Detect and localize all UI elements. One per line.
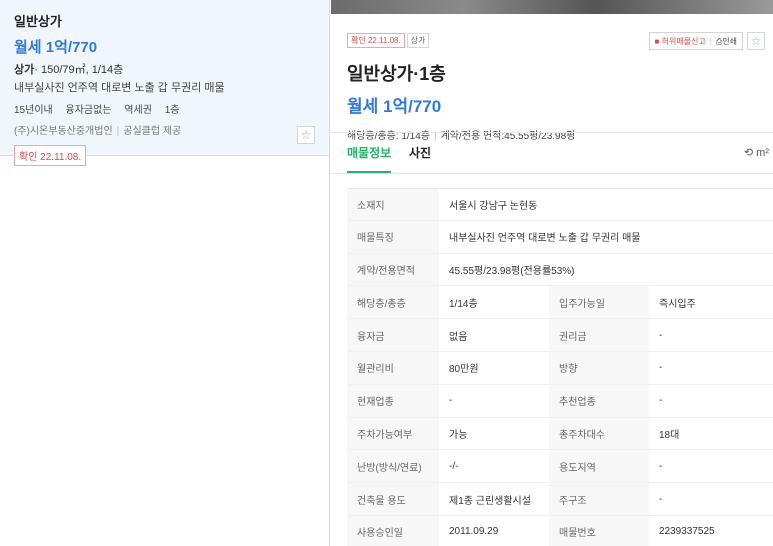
table-value: 80만원	[449, 364, 479, 376]
table-value: -	[659, 395, 663, 407]
table-row: 계약/전용면적 45.55평/23.98평(전용률53%)	[347, 253, 773, 287]
table-row: 난방(방식/연료) -/- 용도지역 -	[347, 450, 773, 484]
table-value: -	[449, 395, 453, 407]
table-value: -	[659, 493, 663, 505]
table-label: 매물번호	[549, 515, 649, 546]
confirm-tag: 확인 22.11.08.	[347, 33, 405, 48]
table-value: 1/14층	[449, 298, 478, 310]
listing-tag: 1층	[164, 105, 180, 116]
table-value: -	[659, 460, 663, 472]
property-photo[interactable]	[331, 0, 773, 14]
table-label: 소재지	[347, 189, 439, 220]
table-label: 계약/전용면적	[347, 253, 439, 286]
listing-type: 일반상가	[14, 14, 62, 29]
listing-tag: 15년이내	[14, 105, 53, 116]
feature-value: 내부실사진 언주역 대로변 노출 갑 무권리 매물	[449, 233, 641, 245]
table-label: 주차가능여부	[347, 417, 439, 450]
table-label: 월관리비	[347, 351, 439, 384]
table-row: 사용승인일 2011.09.29 매물번호 2239337525	[347, 515, 773, 546]
area-value: 45.55평/23.98평(전용률53%)	[449, 265, 575, 277]
table-value: 2239337525	[659, 526, 715, 538]
table-label: 난방(방식/연료)	[347, 450, 439, 483]
table-row: 해당층/총층 1/14층 입주가능일 즉시입주	[347, 286, 773, 320]
provider-name: 공실클럽 제공	[123, 126, 182, 137]
listing-spec-type: 상가	[14, 64, 35, 76]
detail-actions: ■ 허위매물신고 | ⎙인쇄 ☆	[648, 32, 765, 50]
detail-panel: 확인 22.11.08. 상가 일반상가·1층 월세 1억/770 해당층/총층:…	[331, 0, 773, 546]
listing-tags: 15년이내 융자금없는 역세권 1층	[14, 101, 315, 116]
table-row: 월관리비 80만원 방향 -	[347, 351, 773, 385]
table-value: -	[659, 362, 663, 374]
refresh-icon: ⟲	[743, 147, 754, 159]
agency-name: (주)시온부동산중개법인	[14, 126, 113, 137]
table-label: 용도지역	[549, 450, 649, 483]
table-label: 융자금	[347, 319, 439, 351]
table-label: 해당층/총층	[347, 286, 439, 319]
table-label: 입주가능일	[549, 286, 649, 319]
detail-title: 일반상가·1층	[347, 64, 446, 84]
table-value: 없음	[449, 331, 468, 343]
table-label: 주구조	[549, 483, 649, 515]
category-tag: 상가	[406, 33, 430, 48]
table-value: 가능	[449, 429, 468, 441]
tab-photos[interactable]: 사진	[409, 144, 431, 161]
table-value: 2011.09.29	[449, 526, 499, 538]
property-info-table: 소재지 서울시 강남구 논현동 매물특징 내부실사진 언주역 대로변 노출 갑 …	[347, 188, 773, 546]
favorite-star-icon[interactable]: ☆	[747, 32, 765, 50]
detail-tabs: 매물정보 사진 ⟲ m²	[331, 132, 773, 174]
listing-description: 내부실사진 언주역 대로변 노출 갑 무권리 매물	[14, 82, 225, 94]
listing-tag: 역세권	[124, 105, 152, 116]
table-row: 현재업종 - 추천업종 -	[347, 384, 773, 418]
action-group: ■ 허위매물신고 | ⎙인쇄	[648, 32, 743, 50]
favorite-star-icon[interactable]: ☆	[297, 126, 315, 144]
listing-price: 월세 1억/770	[14, 39, 98, 56]
table-row: 건축물 용도 제1종 근린생활시설 주구조 -	[347, 483, 773, 516]
table-row: 소재지 서울시 강남구 논현동	[347, 188, 773, 221]
print-button[interactable]: ⎙인쇄	[716, 36, 737, 47]
unit-toggle[interactable]: ⟲ m²	[744, 146, 769, 159]
table-value: 즉시입주	[659, 298, 696, 310]
table-label: 현재업종	[347, 384, 439, 417]
table-value: 제1종 근린생활시설	[449, 495, 531, 507]
detail-header: 확인 22.11.08. 상가 일반상가·1층 월세 1억/770 해당층/총층:…	[347, 32, 575, 142]
listing-spec: 상가· 150/79㎡, 1/14층	[14, 61, 315, 77]
address-value: 서울시 강남구 논현동	[449, 200, 538, 212]
listing-agent: (주)시온부동산중개법인 | 공실클럽 제공	[14, 126, 182, 137]
table-label: 총주차대수	[549, 417, 649, 450]
table-label: 건축물 용도	[347, 483, 439, 515]
listing-card-selected[interactable]: 일반상가 월세 1억/770 상가· 150/79㎡, 1/14층 내부실사진 …	[0, 0, 329, 166]
listing-spec-detail: · 150/79㎡, 1/14층	[34, 64, 124, 76]
table-value: -	[659, 329, 663, 341]
table-row: 매물특징 내부실사진 언주역 대로변 노출 갑 무권리 매물	[347, 220, 773, 254]
table-value: -/-	[449, 460, 459, 472]
table-row: 주차가능여부 가능 총주차대수 18대	[347, 417, 773, 451]
table-label: 사용승인일	[347, 515, 439, 546]
table-row: 융자금 없음 권리금 -	[347, 319, 773, 352]
table-label: 추천업종	[549, 384, 649, 417]
table-label: 매물특징	[347, 220, 439, 253]
listing-panel: 일반상가 월세 1억/770 상가· 150/79㎡, 1/14층 내부실사진 …	[0, 0, 330, 546]
table-label: 방향	[549, 351, 649, 384]
table-value: 18대	[659, 429, 680, 441]
confirm-badge: 확인 22.11.08.	[14, 145, 87, 166]
table-label: 권리금	[549, 319, 649, 351]
listing-tag: 융자금없는	[65, 105, 112, 116]
detail-price: 월세 1억/770	[347, 97, 442, 116]
report-button[interactable]: ■ 허위매물신고	[655, 36, 706, 47]
tab-property-info[interactable]: 매물정보	[347, 144, 392, 173]
